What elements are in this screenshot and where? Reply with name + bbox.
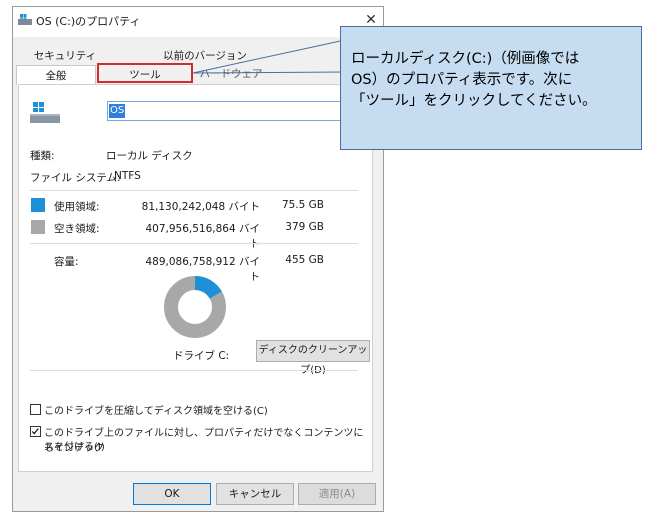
index-checkbox[interactable] bbox=[30, 426, 41, 437]
divider bbox=[30, 370, 358, 371]
used-space-swatch bbox=[31, 198, 45, 212]
tab-general[interactable]: 全般 bbox=[16, 65, 96, 85]
capacity-gb: 455 GB bbox=[285, 254, 324, 266]
callout-line-1: ローカルディスク(C:)（例画像では bbox=[351, 51, 580, 67]
file-system-label: ファイル システム: bbox=[30, 172, 121, 184]
index-label-line2: スを付ける(I) bbox=[44, 442, 105, 453]
tab-tools[interactable]: ツール bbox=[97, 63, 193, 83]
callout-line-3: 「ツール」をクリックしてください。 bbox=[351, 93, 597, 109]
used-space-gb: 75.5 GB bbox=[281, 199, 324, 211]
drive-name-input[interactable] bbox=[107, 101, 357, 121]
cancel-button[interactable]: キャンセル bbox=[216, 483, 294, 505]
free-space-bytes: 407,956,516,864 バイト bbox=[145, 223, 260, 250]
disk-cleanup-button[interactable]: ディスクのクリーンアップ(D) bbox=[256, 340, 370, 376]
apply-button[interactable]: 適用(A) bbox=[298, 483, 376, 505]
checkmark-icon bbox=[31, 428, 39, 435]
used-space-bytes: 81,130,242,048 バイト bbox=[141, 201, 260, 213]
tab-hardware[interactable]: ハードウェア bbox=[196, 65, 266, 83]
free-space-gb: 379 GB bbox=[285, 221, 324, 233]
ok-button[interactable]: OK bbox=[133, 483, 211, 505]
divider bbox=[30, 190, 358, 191]
drive-name-value: OS bbox=[109, 104, 126, 118]
compress-checkbox[interactable] bbox=[30, 404, 41, 415]
capacity-label: 容量: bbox=[54, 256, 79, 268]
free-space-swatch bbox=[31, 220, 45, 234]
file-system-value: NTFS bbox=[114, 170, 141, 182]
compress-label: このドライブを圧縮してディスク領域を空ける(C) bbox=[44, 406, 268, 417]
window-title: OS (C:)のプロパティ bbox=[36, 15, 141, 28]
callout-line-2: OS）のプロパティ表示です。次に bbox=[351, 72, 573, 88]
hard-drive-icon bbox=[30, 102, 60, 123]
type-label: 種類: bbox=[30, 150, 55, 162]
drive-icon bbox=[18, 14, 32, 25]
usage-donut-chart bbox=[164, 276, 226, 338]
free-space-label: 空き領域: bbox=[54, 223, 100, 235]
tab-previous-versions[interactable]: 以前のバージョン bbox=[150, 48, 260, 63]
drive-caption: ドライブ C: bbox=[173, 350, 230, 362]
used-space-arc bbox=[194, 276, 222, 299]
tab-security[interactable]: セキュリティ bbox=[20, 48, 110, 63]
used-space-label: 使用領域: bbox=[54, 201, 100, 213]
instruction-callout: ローカルディスク(C:)（例画像では OS）のプロパティ表示です。次に 「ツール… bbox=[340, 26, 642, 150]
type-value: ローカル ディスク bbox=[106, 150, 193, 162]
divider bbox=[30, 243, 358, 244]
